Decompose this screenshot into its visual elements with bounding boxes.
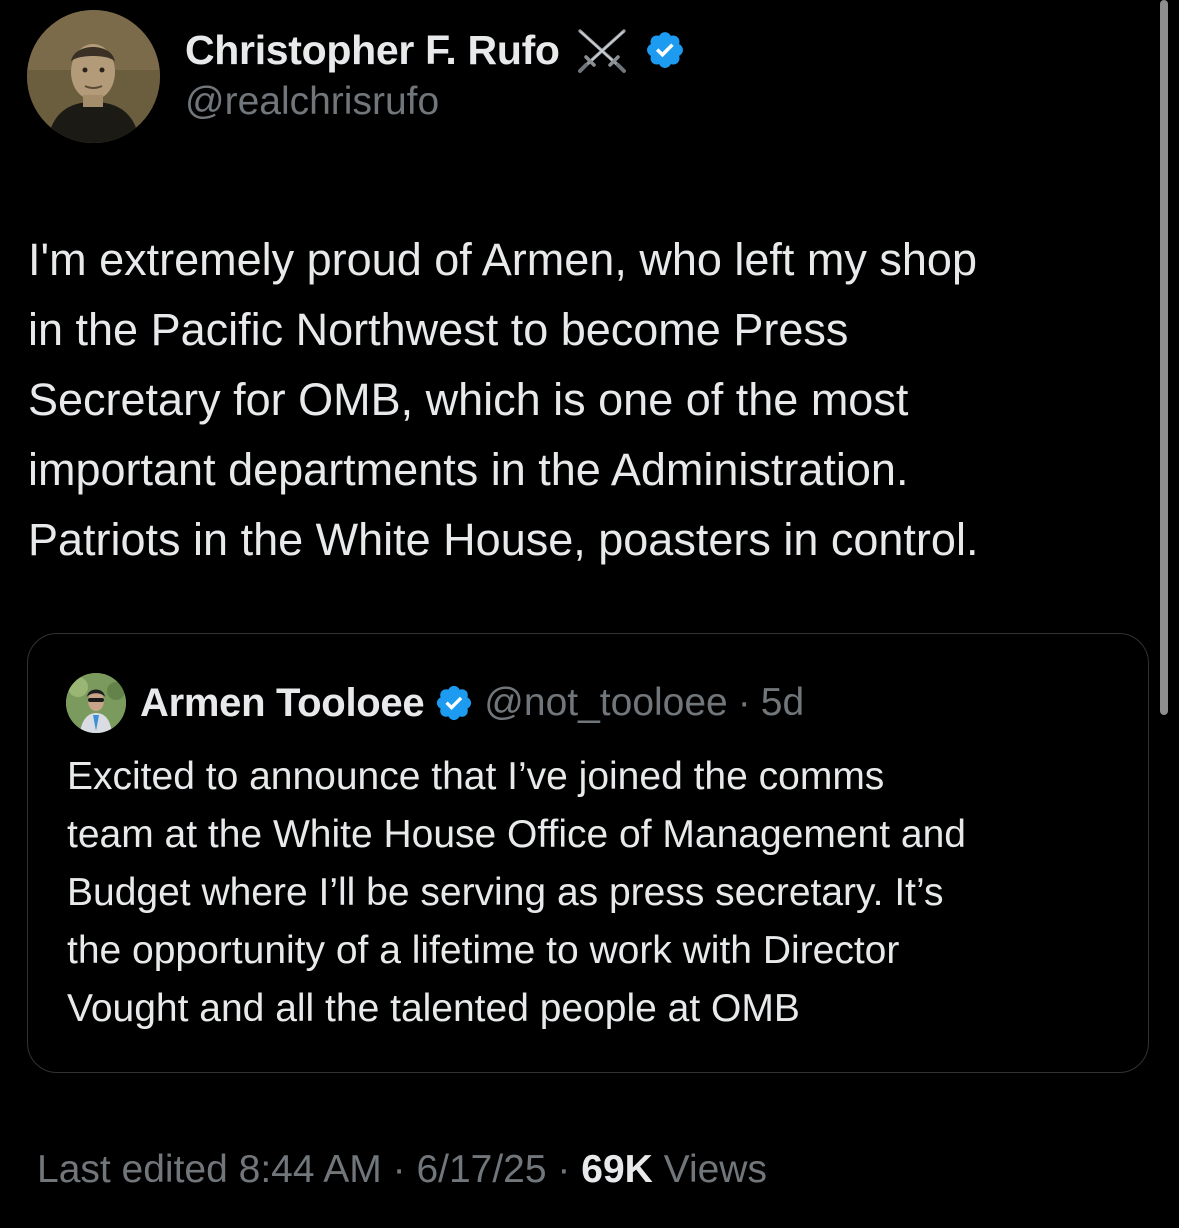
tweet-date[interactable]: 6/17/25	[416, 1148, 546, 1191]
tweet-text: I'm extremely proud of Armen, who left m…	[28, 234, 979, 565]
author-avatar[interactable]	[27, 10, 160, 143]
edited-label[interactable]: Last edited	[37, 1148, 228, 1191]
author-handle[interactable]: @realchrisrufo	[185, 80, 439, 124]
tweet: Christopher F. Rufo @realchrisrufo I'm e…	[0, 0, 1179, 1228]
author-avatar-image	[27, 10, 160, 143]
meta-separator-dot-2: ·	[557, 1148, 571, 1191]
crossed-swords-icon	[572, 25, 632, 75]
quoted-tweet-header: Armen Tooloee @not_tooloee · 5d	[140, 678, 804, 728]
author-display-name[interactable]: Christopher F. Rufo	[185, 27, 560, 74]
views-count[interactable]: 69K	[581, 1148, 653, 1191]
quoted-verified-badge-icon[interactable]	[434, 683, 474, 723]
quoted-author-display-name[interactable]: Armen Tooloee	[140, 681, 425, 726]
quoted-tweet-card[interactable]: Armen Tooloee @not_tooloee · 5d Excited to…	[27, 633, 1149, 1073]
quoted-separator-dot: ·	[737, 681, 751, 724]
tweet-meta-footer: Last edited 8:44 AM · 6/17/25 · 69K View…	[37, 1148, 767, 1192]
meta-separator-dot: ·	[392, 1148, 406, 1191]
quoted-author-handle[interactable]: @not_tooloee	[484, 681, 727, 725]
quoted-author-avatar-image	[66, 673, 126, 733]
verified-badge-icon[interactable]	[644, 29, 686, 71]
author-name-row: Christopher F. Rufo	[185, 25, 686, 75]
quoted-tweet-text: Excited to announce that I’ve joined the…	[67, 755, 966, 1030]
views-label[interactable]: Views	[664, 1148, 767, 1191]
tweet-time[interactable]: 8:44 AM	[239, 1148, 382, 1191]
scrollbar[interactable]	[1160, 0, 1168, 715]
quoted-author-avatar[interactable]	[66, 673, 126, 733]
quoted-tweet-time[interactable]: 5d	[761, 681, 804, 725]
